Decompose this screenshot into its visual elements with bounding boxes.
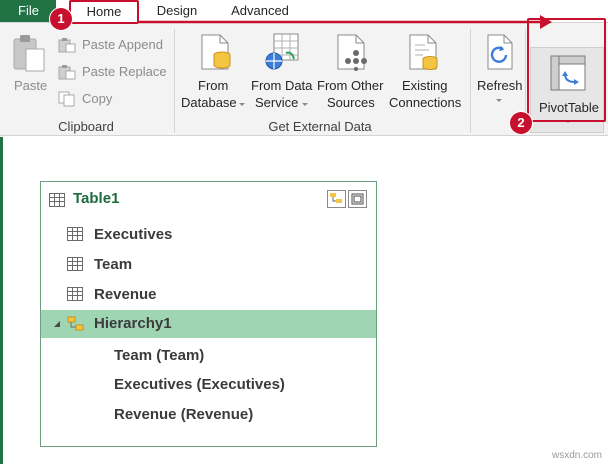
pivottable-highlight [527, 18, 606, 122]
hierarchy-child-level[interactable]: Executives (Executives) [114, 376, 285, 393]
field-row[interactable]: Executives [41, 221, 376, 249]
create-hierarchy-button[interactable] [327, 190, 346, 208]
hierarchy-icon [67, 316, 84, 331]
get-external-data-group-label: Get External Data [268, 119, 372, 134]
ribbon-separator [174, 29, 175, 133]
hierarchy-child-level[interactable]: Revenue (Revenue) [114, 406, 253, 423]
from-other-sources-label-2: Sources [327, 95, 375, 110]
collapse-triangle-icon[interactable] [53, 320, 61, 328]
table-card[interactable]: Table1 Executives Team Revenue Hierarchy… [40, 181, 377, 447]
hierarchy-label: Hierarchy1 [94, 315, 172, 332]
from-data-service-label-1: From Data [251, 78, 313, 93]
field-label: Revenue [94, 286, 157, 303]
refresh-dropdown-icon [496, 99, 502, 102]
watermark: wsxdn.com [551, 450, 602, 461]
from-database-dropdown-icon [239, 103, 245, 106]
copy-icon [58, 91, 75, 107]
from-data-service-label-2: Service [255, 95, 299, 110]
existing-connections-label-2: Connections [389, 95, 462, 110]
hierarchy-icon [330, 193, 342, 203]
from-database-label-2: Database [181, 95, 237, 110]
table-icon [49, 193, 65, 207]
step-1-badge: 1 [50, 8, 72, 30]
field-row[interactable]: Revenue [41, 281, 376, 309]
annotation-arrow [139, 15, 552, 29]
paste-replace-label: Paste Replace [82, 64, 167, 79]
paste-replace-icon [58, 65, 76, 80]
paste-label: Paste [14, 78, 48, 93]
copy-label: Copy [82, 91, 113, 106]
ribbon-separator [470, 29, 471, 133]
refresh-label: Refresh [477, 78, 523, 93]
clipboard-group-label: Clipboard [58, 119, 114, 134]
maximize-icon [351, 193, 364, 205]
column-icon [67, 257, 83, 271]
hierarchy-child-level[interactable]: Team (Team) [114, 347, 204, 364]
hierarchy-row[interactable]: Hierarchy1 [41, 310, 376, 338]
from-data-service-dropdown-icon [302, 103, 308, 106]
field-row[interactable]: Team [41, 251, 376, 279]
maximize-button[interactable] [348, 190, 367, 208]
table-title: Table1 [73, 190, 120, 207]
from-database-label-1: From [198, 78, 229, 93]
existing-connections-label-1: Existing [402, 78, 448, 93]
step-2-badge: 2 [510, 112, 532, 134]
column-icon [67, 227, 83, 241]
from-other-sources-label-1: From Other [317, 78, 384, 93]
field-label: Executives [94, 226, 173, 243]
field-label: Team [94, 256, 133, 273]
accent-strip [0, 137, 3, 464]
column-icon [67, 287, 83, 301]
